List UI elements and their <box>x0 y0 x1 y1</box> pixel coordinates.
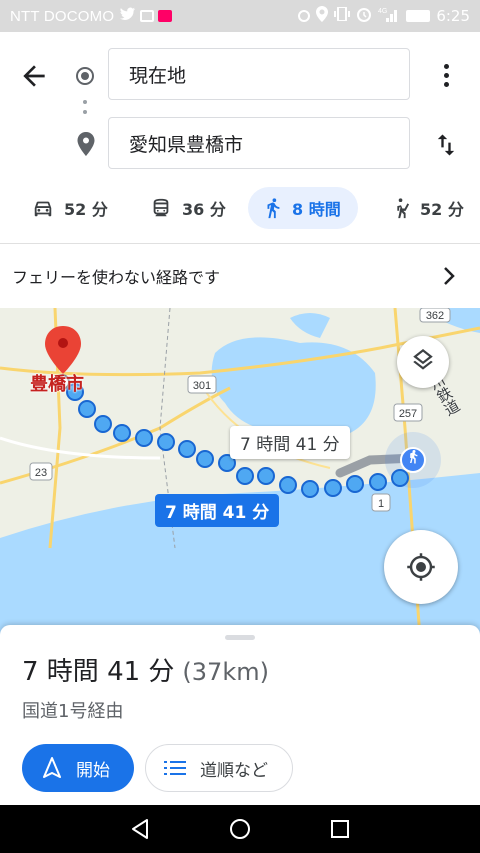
location-icon <box>316 6 329 26</box>
destination-pin-icon <box>76 132 96 156</box>
clock: 6:25 <box>436 7 470 25</box>
route-dot <box>178 440 196 458</box>
vibrate-icon <box>334 6 351 25</box>
distance-text: (37km) <box>182 658 269 686</box>
ride-time: 52 分 <box>420 200 464 219</box>
svg-text:1: 1 <box>378 498 384 510</box>
route-notice[interactable]: フェリーを使わない経路です <box>0 244 480 308</box>
start-button[interactable]: 開始 <box>22 744 134 792</box>
walking-time: 8 時間 <box>292 200 341 219</box>
route-dot <box>157 433 175 451</box>
tab-transit[interactable]: 36 分 <box>134 187 240 229</box>
origin-input[interactable]: 現在地 <box>108 48 410 100</box>
more-options-button[interactable] <box>436 64 456 92</box>
route-dot <box>78 400 96 418</box>
route-via: 国道1号経由 <box>22 701 124 722</box>
back-arrow-icon <box>23 65 45 87</box>
tab-walking[interactable]: 8 時間 <box>248 187 358 229</box>
signal-icon: 4G <box>378 6 400 26</box>
system-nav-bar <box>0 805 480 853</box>
twitter-icon <box>120 7 136 25</box>
route-dot <box>346 475 364 493</box>
route-dot <box>196 450 214 468</box>
route-dot <box>135 429 153 447</box>
route-summary-sheet[interactable]: 7 時間 41 分 (37km) 国道1号経由 開始 道順など <box>0 625 480 805</box>
recents-square-icon[interactable] <box>328 817 352 841</box>
route-dot <box>236 467 254 485</box>
alt-route-label[interactable]: 7 時間 41 分 <box>230 426 350 459</box>
origin-marker-icon <box>76 67 94 85</box>
directions-header: 現在地 愛知県豊橋市 52 分 36 分 8 時間 52 分 <box>0 32 480 244</box>
back-triangle-icon[interactable] <box>128 817 152 841</box>
route-dot <box>301 480 319 498</box>
svg-text:23: 23 <box>35 467 47 479</box>
route-dot <box>94 415 112 433</box>
ride-hail-icon <box>397 198 410 219</box>
app-notification-icon <box>140 10 155 22</box>
my-location-icon <box>407 553 435 581</box>
car-icon <box>34 201 52 217</box>
map-view[interactable]: 301 257 23 1 362 豊橋市 遠州鉄道 7 時間 41 分 7 時間… <box>0 308 480 638</box>
transit-time: 36 分 <box>182 200 226 219</box>
bus-icon <box>153 198 169 217</box>
route-connector-icon <box>83 100 87 120</box>
layers-icon <box>413 349 433 370</box>
swap-button[interactable] <box>432 130 460 160</box>
chevron-right-icon <box>444 267 455 285</box>
route-duration: 7 時間 41 分 (37km) <box>22 651 269 688</box>
tab-ride-hailing[interactable]: 52 分 <box>376 187 478 229</box>
driving-time: 52 分 <box>64 200 108 219</box>
destination-input[interactable]: 愛知県豊橋市 <box>108 117 410 169</box>
svg-text:362: 362 <box>426 310 444 322</box>
steps-button[interactable]: 道順など <box>145 744 293 792</box>
status-bar: NTT DOCOMO 4G 6:25 <box>0 0 480 32</box>
sheet-handle[interactable] <box>225 635 255 640</box>
route-dot <box>324 479 342 497</box>
back-button[interactable] <box>18 60 54 92</box>
list-icon <box>164 761 186 775</box>
swap-vertical-icon <box>437 134 455 156</box>
start-label: 開始 <box>76 760 110 781</box>
navigation-arrow-icon <box>43 757 61 778</box>
route-dot <box>391 469 409 487</box>
steps-label: 道順など <box>200 760 268 781</box>
battery-icon <box>406 10 431 22</box>
layers-button[interactable] <box>397 336 449 388</box>
city-label: 豊橋市 <box>30 374 84 395</box>
home-circle-icon[interactable] <box>228 817 252 841</box>
travel-mode-tabs: 52 分 36 分 8 時間 52 分 <box>0 182 480 234</box>
duration-text: 7 時間 41 分 <box>22 657 175 687</box>
data-saver-icon <box>298 10 311 22</box>
route-dot <box>369 473 387 491</box>
svg-text:301: 301 <box>193 380 211 392</box>
route-dot <box>113 424 131 442</box>
route-dot <box>257 467 275 485</box>
notice-text: フェリーを使わない経路です <box>12 268 221 287</box>
tab-driving[interactable]: 52 分 <box>16 187 122 229</box>
svg-text:4G: 4G <box>378 8 387 15</box>
route-dot <box>279 476 297 494</box>
svg-text:257: 257 <box>399 408 417 420</box>
carrier-label: NTT DOCOMO <box>10 7 115 25</box>
alarm-icon <box>356 6 372 26</box>
my-location-button[interactable] <box>384 530 458 604</box>
mail-notification-icon <box>158 10 173 22</box>
walk-icon <box>267 198 280 219</box>
main-route-label[interactable]: 7 時間 41 分 <box>155 494 280 527</box>
destination-pin <box>45 326 81 374</box>
